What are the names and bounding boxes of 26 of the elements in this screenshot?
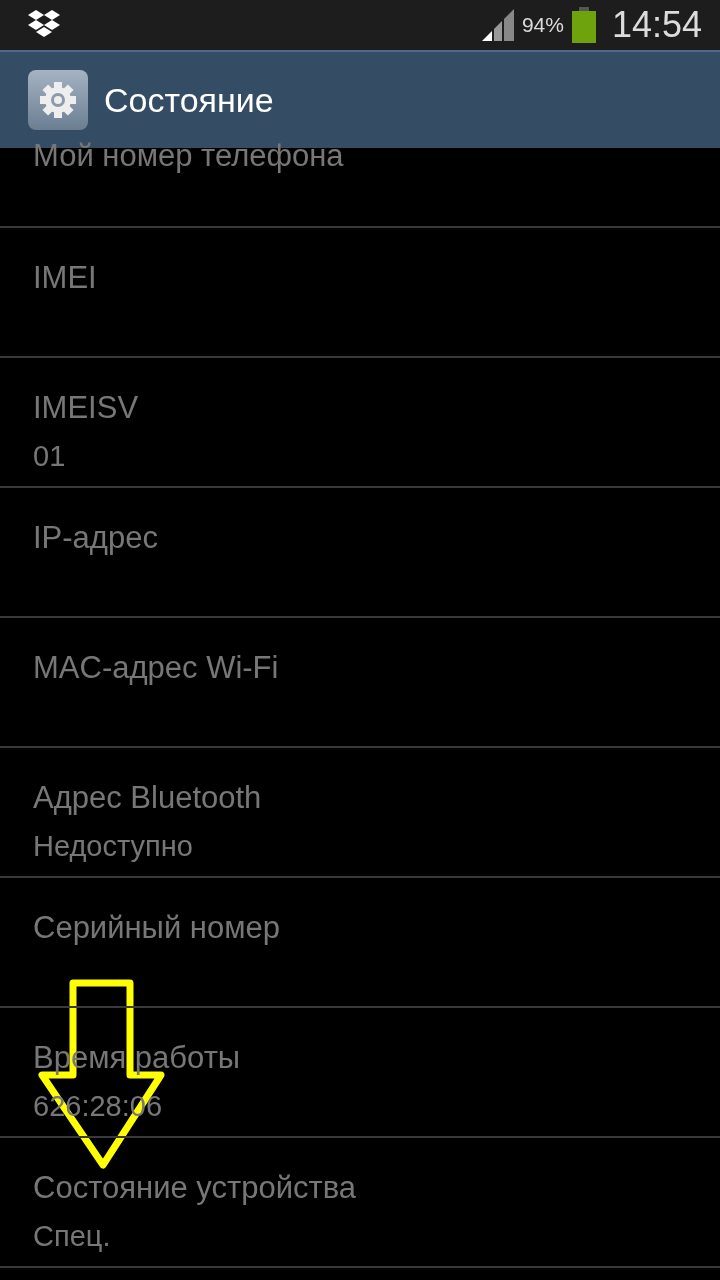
row-title: Серийный номер xyxy=(33,909,281,947)
settings-row[interactable]: Состояние устройства Спец. xyxy=(0,1138,720,1268)
row-title: Состояние устройства xyxy=(33,1169,357,1207)
row-title: Мой номер телефона xyxy=(33,137,345,175)
row-value: 01 xyxy=(33,439,67,474)
settings-row[interactable]: Мой номер телефона xyxy=(0,136,720,228)
row-title: IMEI xyxy=(33,259,98,297)
dropbox-icon xyxy=(28,10,60,40)
settings-icon[interactable] xyxy=(28,70,88,130)
row-title: MAC-адрес Wi-Fi xyxy=(33,649,280,687)
settings-row[interactable]: MAC-адрес Wi-Fi xyxy=(0,618,720,748)
row-title: Адрес Bluetooth xyxy=(33,779,263,817)
battery-icon xyxy=(571,7,596,43)
row-value: Спец. xyxy=(33,1219,112,1254)
clock: 14:54 xyxy=(611,3,702,47)
settings-row[interactable]: Адрес Bluetooth Недоступно xyxy=(0,748,720,878)
screen-title: Состояние xyxy=(104,79,274,121)
settings-row[interactable]: IMEISV 01 xyxy=(0,358,720,488)
row-value: Недоступно xyxy=(33,829,194,864)
settings-row[interactable]: IMEI xyxy=(0,228,720,358)
signal-icon xyxy=(481,9,514,41)
battery-percent: 94% xyxy=(521,12,564,39)
row-title: IMEISV xyxy=(33,389,140,427)
row-title: IP-адрес xyxy=(33,519,159,557)
settings-row[interactable]: Серийный номер xyxy=(0,878,720,1008)
settings-row[interactable]: IP-адрес xyxy=(0,488,720,618)
